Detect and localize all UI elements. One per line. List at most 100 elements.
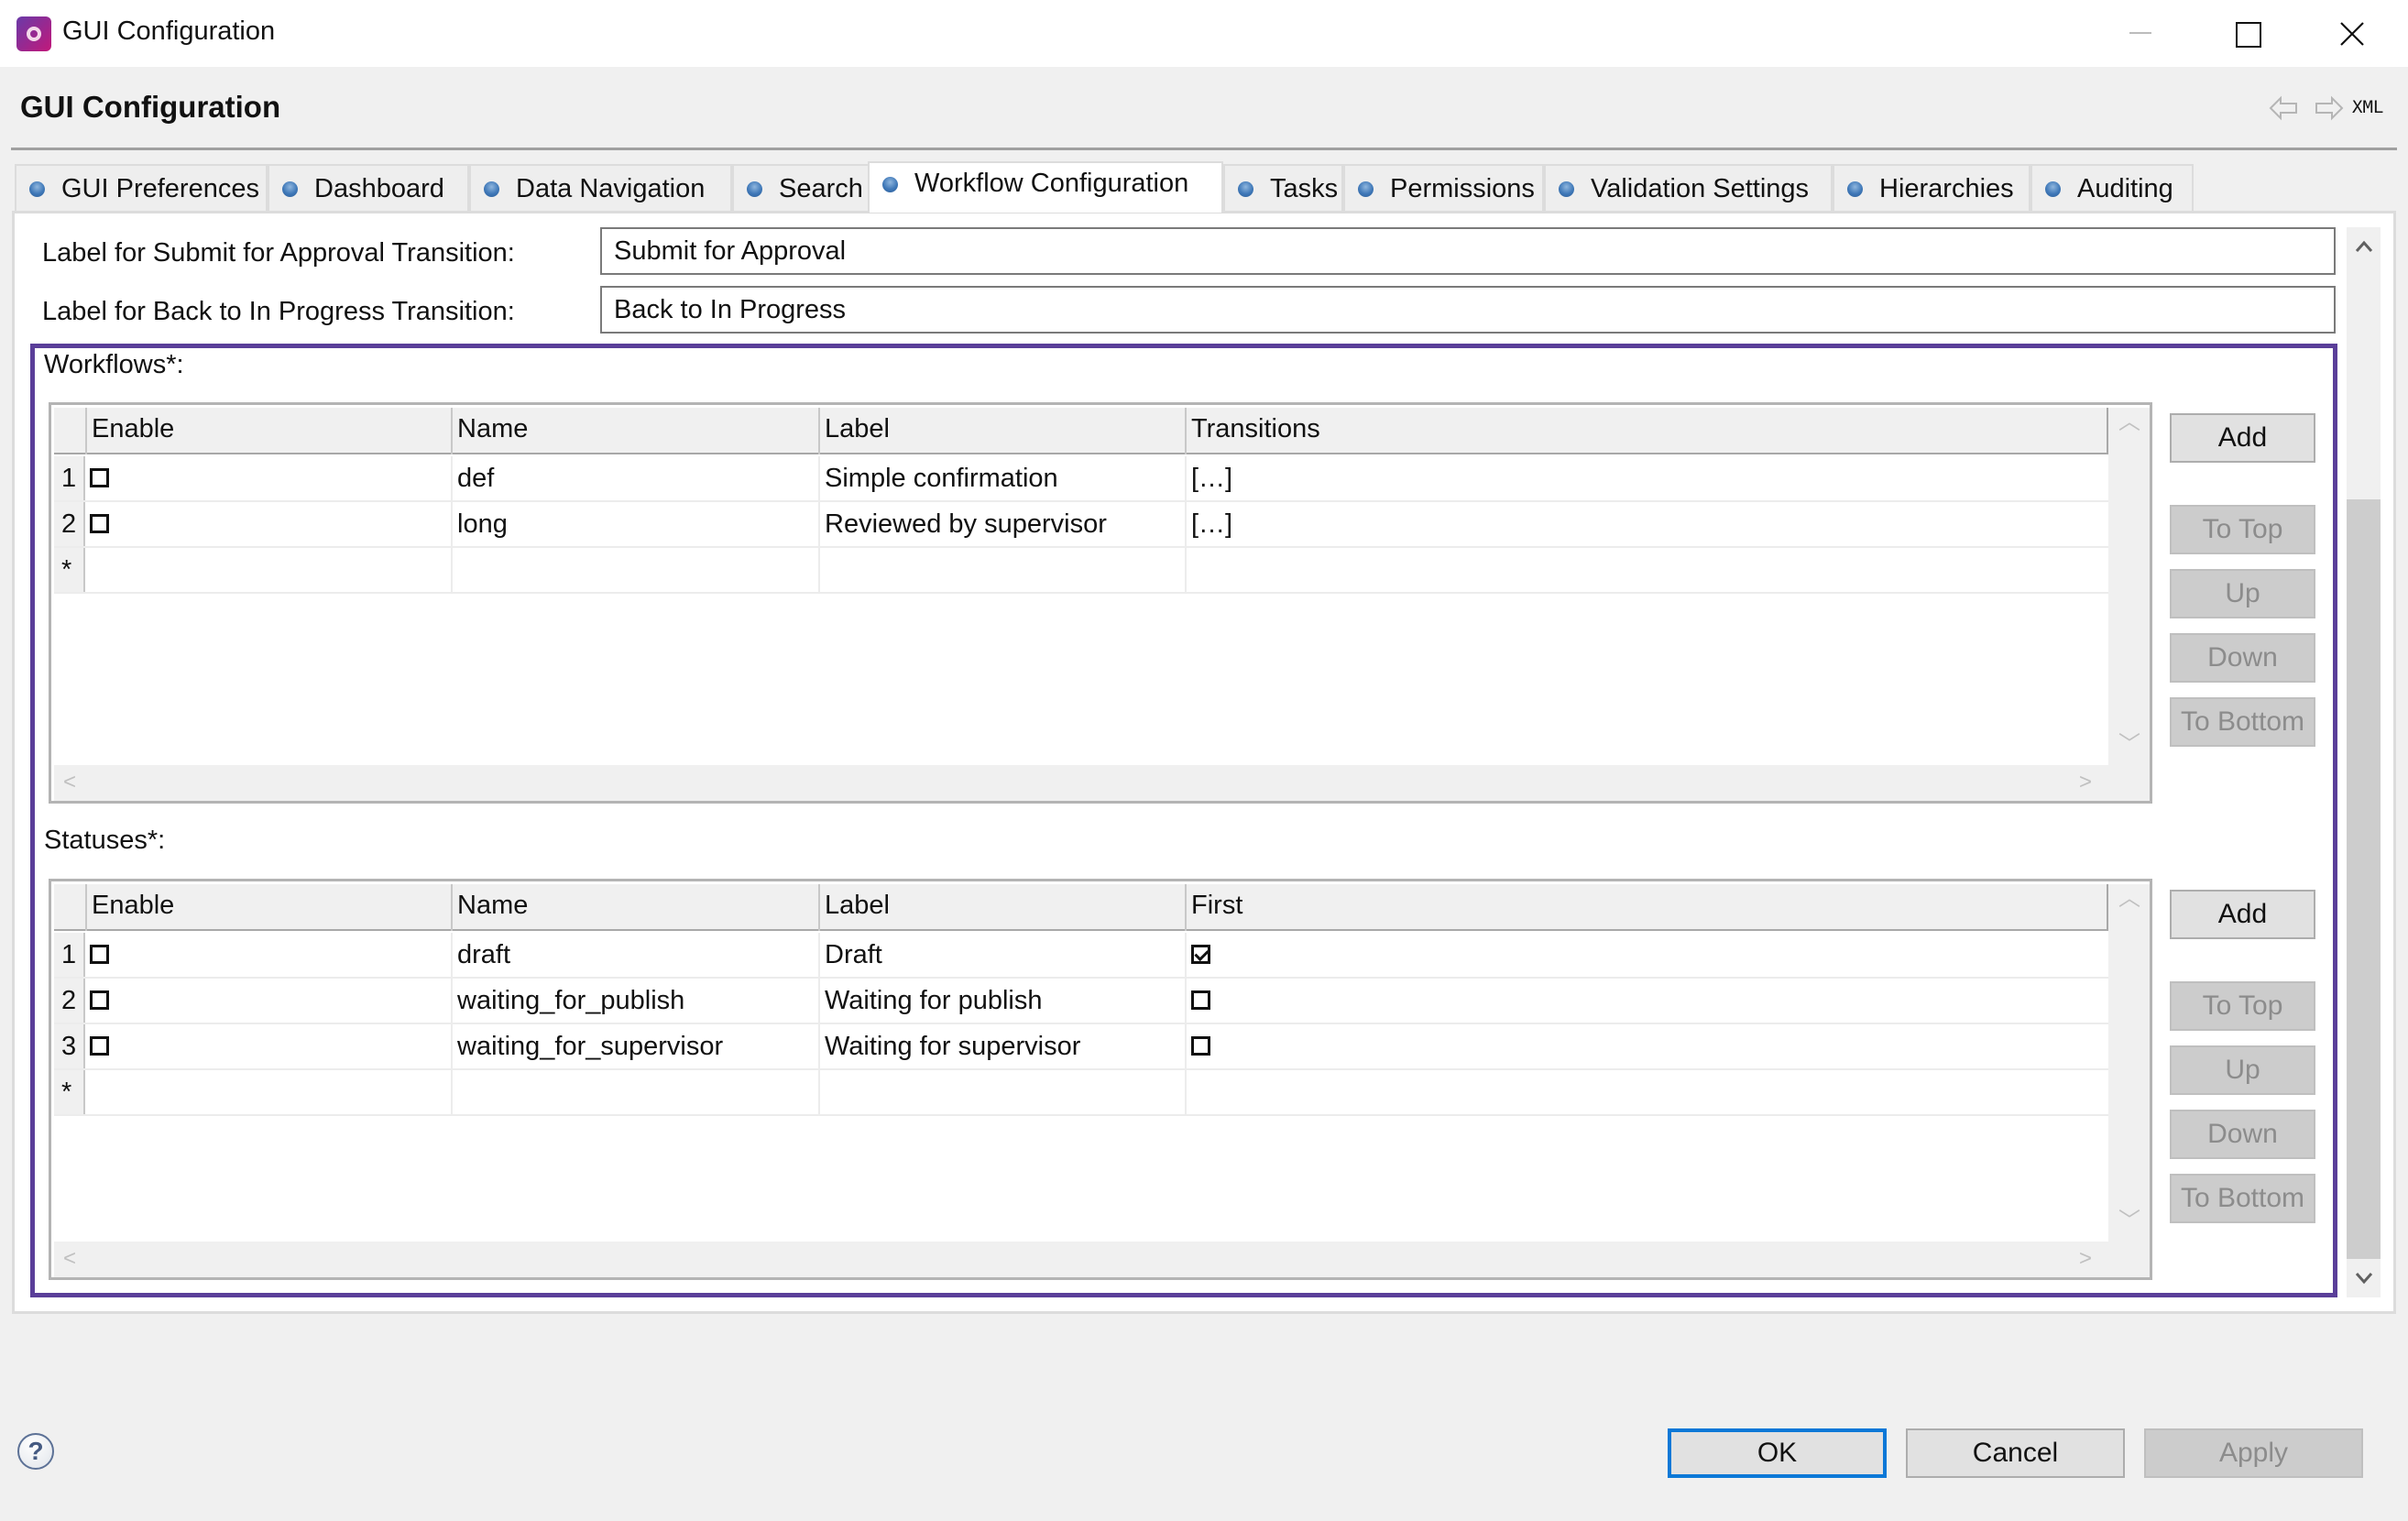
label-cell[interactable]	[818, 548, 1185, 592]
enable-cell[interactable]	[85, 933, 451, 977]
maximize-button[interactable]	[2193, 0, 2299, 67]
statuses-down-button[interactable]: Down	[2170, 1110, 2315, 1159]
tab-data-navigation[interactable]: Data Navigation	[469, 164, 732, 212]
enable-checkbox[interactable]	[90, 514, 109, 533]
column-header-name[interactable]: Name	[451, 408, 818, 454]
scrollbar-thumb[interactable]	[2347, 499, 2381, 1259]
table-row[interactable]: 1 draft Draft	[54, 933, 2108, 979]
label-cell[interactable]: Simple confirmation	[818, 456, 1185, 500]
enable-cell[interactable]	[85, 502, 451, 546]
workflows-to-top-button[interactable]: To Top	[2170, 505, 2315, 554]
first-cell[interactable]	[1185, 1070, 2108, 1114]
tab-permissions[interactable]: Permissions	[1343, 164, 1544, 212]
tab-workflow-configuration[interactable]: Workflow Configuration	[868, 161, 1223, 213]
workflows-up-button[interactable]: Up	[2170, 569, 2315, 618]
apply-button[interactable]: Apply	[2144, 1428, 2363, 1478]
scroll-down-icon[interactable]	[2355, 1272, 2373, 1285]
cancel-button[interactable]: Cancel	[1906, 1428, 2125, 1478]
workflows-to-bottom-button[interactable]: To Bottom	[2170, 697, 2315, 747]
horizontal-scrollbar[interactable]: < >	[54, 765, 2150, 801]
column-header-name[interactable]: Name	[451, 884, 818, 931]
column-header-transitions[interactable]: Transitions	[1185, 408, 2108, 454]
enable-cell[interactable]	[85, 1024, 451, 1068]
enable-checkbox[interactable]	[90, 945, 109, 964]
enable-checkbox[interactable]	[90, 1036, 109, 1056]
tab-hierarchies[interactable]: Hierarchies	[1833, 164, 2030, 212]
back-transition-input[interactable]	[600, 286, 2336, 334]
table-row[interactable]: 1 def Simple confirmation […]	[54, 456, 2108, 502]
scroll-up-icon[interactable]	[2355, 240, 2373, 253]
label-cell[interactable]: Draft	[818, 933, 1185, 977]
name-cell[interactable]: draft	[451, 933, 818, 977]
vertical-scrollbar[interactable]: ︿ ﹀	[2108, 408, 2150, 765]
transitions-cell[interactable]: […]	[1185, 502, 2108, 546]
minimize-button[interactable]	[2087, 0, 2194, 67]
enable-cell[interactable]	[85, 1070, 451, 1114]
ok-button[interactable]: OK	[1668, 1428, 1887, 1478]
first-checkbox[interactable]	[1191, 1036, 1210, 1056]
tab-search[interactable]: Search	[732, 164, 870, 212]
label-cell[interactable]	[818, 1070, 1185, 1114]
enable-cell[interactable]	[85, 979, 451, 1023]
tab-tasks[interactable]: Tasks	[1223, 164, 1343, 212]
column-header-label[interactable]: Label	[818, 884, 1185, 931]
scroll-up-icon[interactable]: ︿	[2118, 411, 2140, 433]
scroll-left-icon[interactable]: <	[63, 1248, 76, 1270]
first-cell[interactable]	[1185, 933, 2108, 977]
enable-cell[interactable]	[85, 548, 451, 592]
first-cell[interactable]	[1185, 1024, 2108, 1068]
tab-gui-preferences[interactable]: GUI Preferences	[15, 164, 268, 212]
tab-auditing[interactable]: Auditing	[2030, 164, 2194, 212]
name-cell[interactable]	[451, 1070, 818, 1114]
name-cell[interactable]	[451, 548, 818, 592]
column-header-enable[interactable]: Enable	[85, 408, 451, 454]
transitions-cell[interactable]: […]	[1185, 456, 2108, 500]
statuses-to-top-button[interactable]: To Top	[2170, 981, 2315, 1031]
table-row[interactable]: 3 waiting_for_supervisor Waiting for sup…	[54, 1024, 2108, 1070]
nav-back-button[interactable]	[2269, 95, 2300, 128]
horizontal-scrollbar[interactable]: < >	[54, 1242, 2150, 1277]
workflows-add-button[interactable]: Add	[2170, 413, 2315, 463]
workflows-down-button[interactable]: Down	[2170, 633, 2315, 683]
statuses-up-button[interactable]: Up	[2170, 1045, 2315, 1095]
xml-view-button[interactable]: XML	[2352, 97, 2383, 117]
scroll-down-icon[interactable]: ﹀	[2118, 1210, 2140, 1232]
name-cell[interactable]: def	[451, 456, 818, 500]
new-row[interactable]: *	[54, 548, 2108, 594]
column-header-enable[interactable]: Enable	[85, 884, 451, 931]
scroll-left-icon[interactable]: <	[63, 771, 76, 793]
name-cell[interactable]: waiting_for_supervisor	[451, 1024, 818, 1068]
first-checkbox[interactable]	[1191, 990, 1210, 1010]
first-cell[interactable]	[1185, 979, 2108, 1023]
statuses-add-button[interactable]: Add	[2170, 890, 2315, 939]
table-row[interactable]: 2 long Reviewed by supervisor […]	[54, 502, 2108, 548]
name-cell[interactable]: long	[451, 502, 818, 546]
vertical-scrollbar[interactable]: ︿ ﹀	[2108, 884, 2150, 1242]
transitions-cell[interactable]	[1185, 548, 2108, 592]
label-cell[interactable]: Waiting for supervisor	[818, 1024, 1185, 1068]
submit-transition-input[interactable]	[600, 227, 2336, 275]
name-cell[interactable]: waiting_for_publish	[451, 979, 818, 1023]
tab-validation-settings[interactable]: Validation Settings	[1544, 164, 1833, 212]
nav-forward-button[interactable]	[2313, 95, 2344, 128]
label-cell[interactable]: Reviewed by supervisor	[818, 502, 1185, 546]
column-header-label[interactable]: Label	[818, 408, 1185, 454]
scroll-right-icon[interactable]: >	[2079, 771, 2092, 793]
label-cell[interactable]: Waiting for publish	[818, 979, 1185, 1023]
scroll-up-icon[interactable]: ︿	[2118, 888, 2140, 910]
tab-dashboard[interactable]: Dashboard	[268, 164, 469, 212]
close-button[interactable]	[2298, 0, 2404, 67]
statuses-to-bottom-button[interactable]: To Bottom	[2170, 1174, 2315, 1223]
first-checkbox[interactable]	[1191, 945, 1210, 964]
new-row[interactable]: *	[54, 1070, 2108, 1116]
enable-checkbox[interactable]	[90, 990, 109, 1010]
table-row[interactable]: 2 waiting_for_publish Waiting for publis…	[54, 979, 2108, 1024]
help-icon[interactable]: ?	[17, 1433, 54, 1470]
enable-checkbox[interactable]	[90, 468, 109, 487]
new-row-marker: *	[54, 548, 85, 592]
scroll-right-icon[interactable]: >	[2079, 1248, 2092, 1270]
enable-cell[interactable]	[85, 456, 451, 500]
column-header-first[interactable]: First	[1185, 884, 2108, 931]
panel-vertical-scrollbar[interactable]	[2347, 227, 2381, 1297]
scroll-down-icon[interactable]: ﹀	[2118, 734, 2140, 756]
